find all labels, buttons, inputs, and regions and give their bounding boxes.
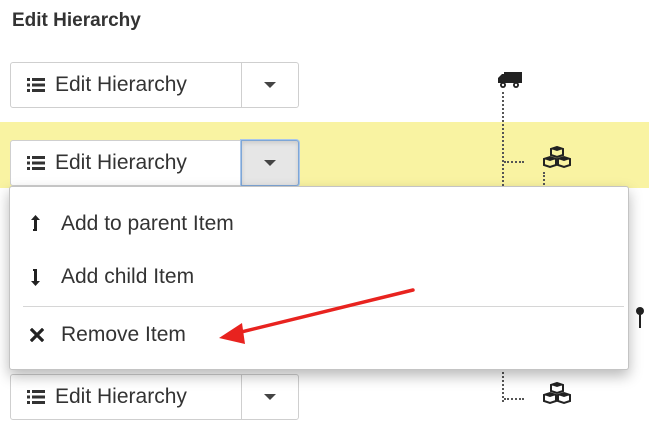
edit-hierarchy-button[interactable]: Edit Hierarchy <box>10 374 242 420</box>
page-title: Edit Hierarchy <box>12 10 141 31</box>
menu-item-label: Remove Item <box>61 323 186 346</box>
tree-connector-branch <box>504 161 524 163</box>
arrow-down-icon <box>26 268 48 286</box>
boxes-icon <box>543 146 571 169</box>
arrow-up-icon <box>26 215 48 233</box>
dropdown-toggle-button[interactable] <box>241 374 299 420</box>
list-icon <box>27 390 45 404</box>
close-icon <box>26 328 48 342</box>
edit-hierarchy-button[interactable]: Edit Hierarchy <box>10 140 242 186</box>
boxes-icon <box>543 382 571 405</box>
edit-hierarchy-button-group-3: Edit Hierarchy <box>10 374 299 420</box>
map-marker-icon <box>636 307 644 328</box>
caret-down-icon <box>264 394 276 400</box>
menu-item-add-child[interactable]: Add child Item <box>10 255 628 299</box>
edit-hierarchy-label: Edit Hierarchy <box>55 385 187 408</box>
hierarchy-dropdown-menu: Add to parent Item Add child Item Remove… <box>9 186 629 370</box>
caret-down-icon <box>264 82 276 88</box>
menu-item-add-to-parent[interactable]: Add to parent Item <box>10 202 628 246</box>
list-icon <box>27 156 45 170</box>
list-icon <box>27 78 45 92</box>
menu-divider <box>23 306 624 307</box>
menu-item-label: Add to parent Item <box>61 212 234 235</box>
menu-item-remove[interactable]: Remove Item <box>10 313 628 357</box>
caret-down-icon <box>264 160 276 166</box>
edit-hierarchy-label: Edit Hierarchy <box>55 73 187 96</box>
edit-hierarchy-button[interactable]: Edit Hierarchy <box>10 62 242 108</box>
edit-hierarchy-label: Edit Hierarchy <box>55 151 187 174</box>
dropdown-toggle-button[interactable] <box>241 62 299 108</box>
tree-connector-branch <box>504 398 524 400</box>
truck-icon <box>498 72 522 88</box>
edit-hierarchy-button-group-2: Edit Hierarchy <box>10 140 299 186</box>
dropdown-toggle-button-active[interactable] <box>241 140 299 186</box>
menu-item-label: Add child Item <box>61 265 195 288</box>
edit-hierarchy-button-group-1: Edit Hierarchy <box>10 62 299 108</box>
